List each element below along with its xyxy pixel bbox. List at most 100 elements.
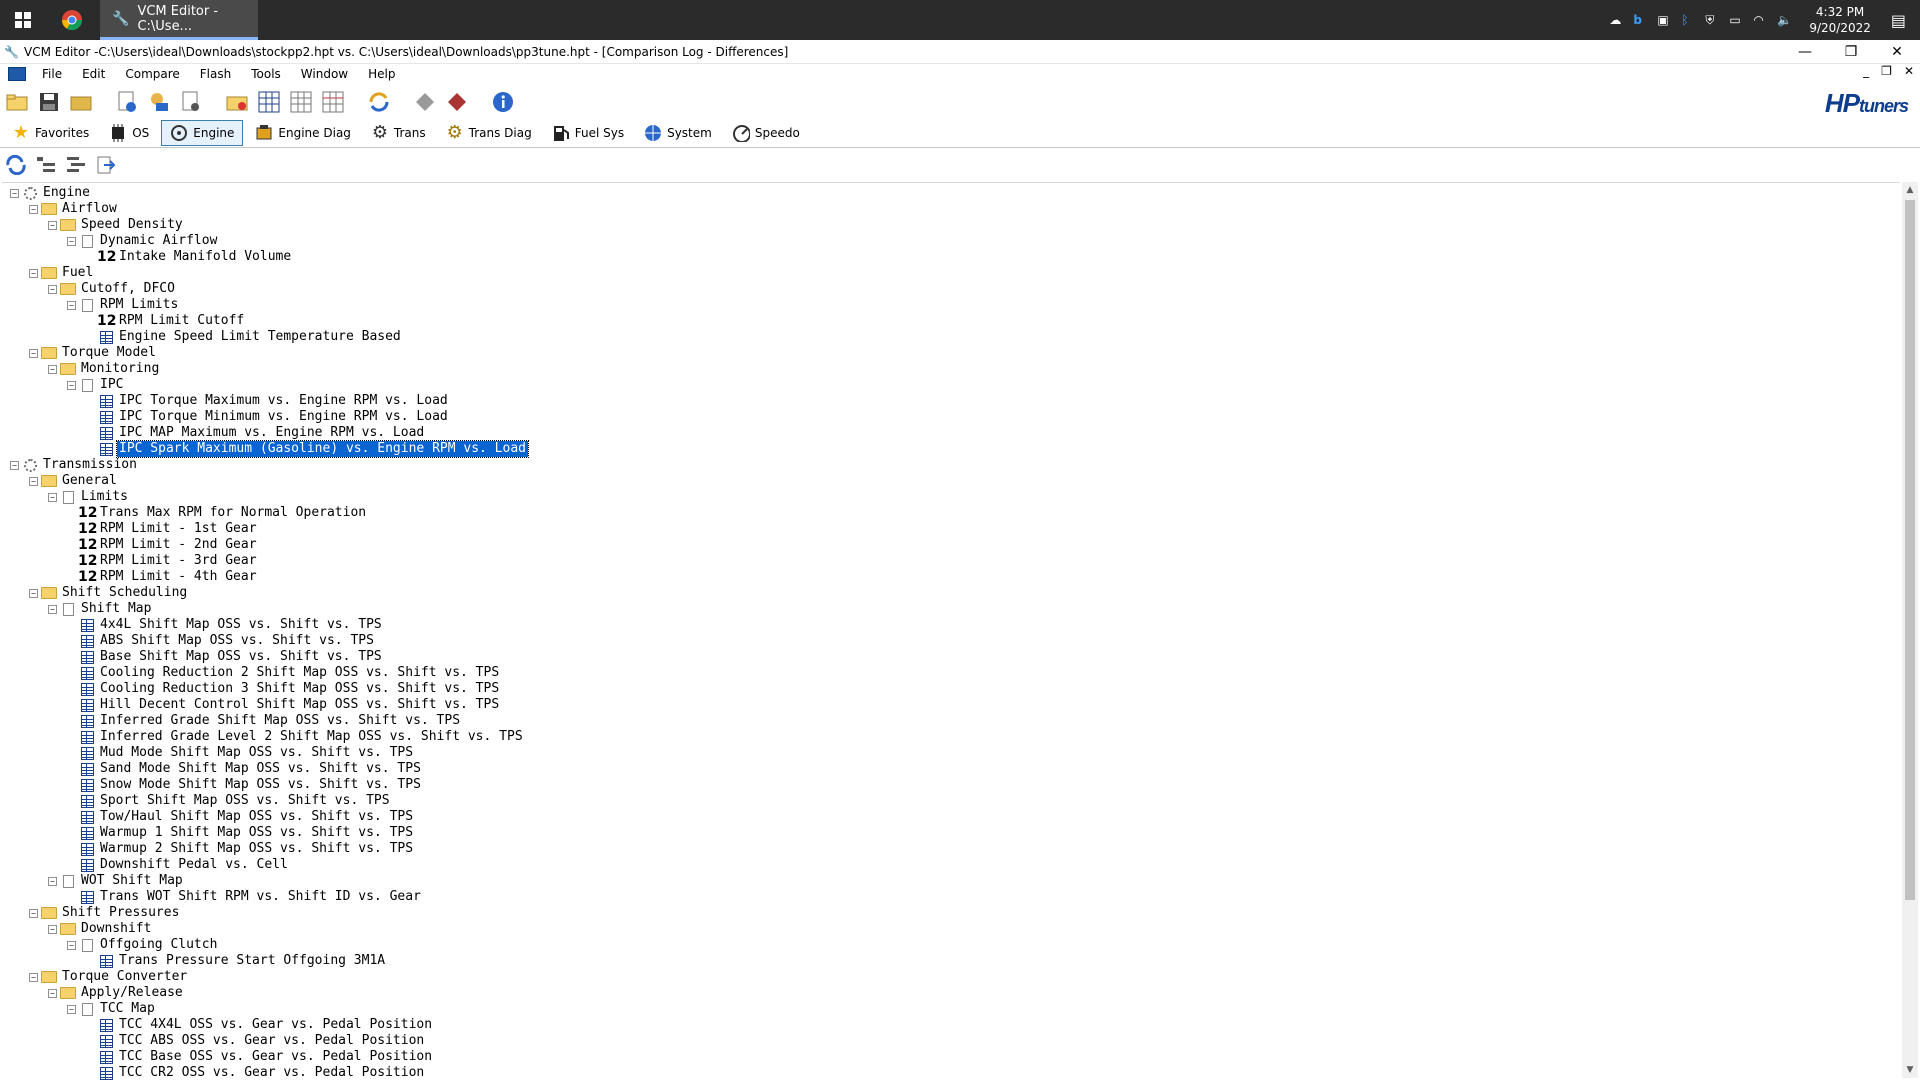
tab-system[interactable]: System: [636, 120, 720, 146]
sync-icon[interactable]: [366, 89, 392, 115]
document-icon[interactable]: [8, 67, 26, 81]
mdi-restore-button[interactable]: ❐: [1881, 64, 1892, 78]
save-icon[interactable]: [36, 89, 62, 115]
tree-node[interactable]: TCC ABS OSS vs. Gear vs. Pedal Position: [86, 1033, 426, 1049]
tree-node[interactable]: Inferred Grade Level 2 Shift Map OSS vs.…: [67, 729, 525, 745]
mdi-minimize-button[interactable]: _: [1863, 64, 1869, 78]
tree-node[interactable]: − Monitoring: [48, 361, 161, 377]
collapse-toggle-icon[interactable]: −: [29, 268, 38, 278]
tab-engine-diag[interactable]: Engine Diag: [247, 120, 359, 146]
table-difference-icon[interactable]: [320, 89, 346, 115]
open-folder-icon[interactable]: [4, 89, 30, 115]
tree-node[interactable]: − Offgoing Clutch: [67, 937, 219, 953]
menu-tools[interactable]: Tools: [241, 67, 291, 81]
file-info-icon[interactable]: [114, 89, 140, 115]
tree-node[interactable]: − Engine: [10, 185, 92, 201]
tree-node[interactable]: Warmup 1 Shift Map OSS vs. Shift vs. TPS: [67, 825, 415, 841]
tree-node[interactable]: − TCC Map: [67, 1001, 157, 1017]
battery-icon[interactable]: ▭: [1729, 13, 1743, 27]
tree-node[interactable]: − Transmission: [10, 457, 139, 473]
tree-node[interactable]: − Fuel: [29, 265, 95, 281]
menu-flash[interactable]: Flash: [190, 67, 241, 81]
tree-node[interactable]: Snow Mode Shift Map OSS vs. Shift vs. TP…: [67, 777, 423, 793]
volume-icon[interactable]: 🔈: [1777, 13, 1792, 27]
export-icon[interactable]: [94, 154, 118, 176]
info-icon[interactable]: [490, 89, 516, 115]
tab-engine[interactable]: Engine: [161, 119, 244, 146]
tree-node[interactable]: − Shift Pressures: [29, 905, 181, 921]
menu-edit[interactable]: Edit: [72, 67, 115, 81]
tree-node[interactable]: Cooling Reduction 2 Shift Map OSS vs. Sh…: [67, 665, 501, 681]
menu-window[interactable]: Window: [291, 67, 358, 81]
tree-node[interactable]: 12 Trans Max RPM for Normal Operation: [67, 505, 368, 521]
tree-node[interactable]: 12 RPM Limit - 4th Gear: [67, 569, 259, 585]
tree-node[interactable]: − Airflow: [29, 201, 119, 217]
tree-node[interactable]: 12 RPM Limit Cutoff: [86, 313, 246, 329]
tree-node[interactable]: Sport Shift Map OSS vs. Shift vs. TPS: [67, 793, 392, 809]
tab-trans-diag[interactable]: ⚙ Trans Diag: [438, 120, 540, 146]
tree-node[interactable]: IPC Spark Maximum (Gasoline) vs. Engine …: [86, 440, 529, 458]
tree-node[interactable]: − Dynamic Airflow: [67, 233, 219, 249]
collapse-toggle-icon[interactable]: −: [48, 988, 57, 998]
collapse-toggle-icon[interactable]: −: [29, 204, 38, 214]
collapse-toggle-icon[interactable]: −: [29, 908, 38, 918]
table-compare-icon[interactable]: [288, 89, 314, 115]
tree-node[interactable]: − Limits: [48, 489, 130, 505]
tab-speedo[interactable]: Speedo: [724, 120, 808, 146]
collapse-toggle-icon[interactable]: −: [48, 220, 57, 230]
collapse-toggle-icon[interactable]: −: [67, 236, 76, 246]
bing-icon[interactable]: b: [1633, 13, 1647, 27]
tree-node[interactable]: 12 RPM Limit - 1st Gear: [67, 521, 259, 537]
menu-file[interactable]: File: [32, 67, 72, 81]
mdi-close-button[interactable]: ✕: [1904, 64, 1914, 78]
tree-node[interactable]: − General: [29, 473, 119, 489]
cloud-icon[interactable]: ☁: [1609, 13, 1623, 27]
tree-node[interactable]: TCC Base OSS vs. Gear vs. Pedal Position: [86, 1049, 434, 1065]
comparison-tree[interactable]: − Engine − Airflow − Speed Density − Dynamic Ai…: [2, 182, 1900, 1080]
clock[interactable]: 4:32 PM 9/20/2022: [1809, 4, 1871, 36]
collapse-toggle-icon[interactable]: −: [29, 588, 38, 598]
collapse-toggle-icon[interactable]: −: [48, 604, 57, 614]
tree-node[interactable]: − Torque Model: [29, 345, 158, 361]
tree-node[interactable]: − RPM Limits: [67, 297, 180, 313]
menu-help[interactable]: Help: [358, 67, 405, 81]
bluetooth-icon[interactable]: ᛒ: [1681, 13, 1695, 27]
tree-node[interactable]: Mud Mode Shift Map OSS vs. Shift vs. TPS: [67, 745, 415, 761]
read-vehicle-icon[interactable]: [412, 89, 438, 115]
tree-node[interactable]: − Speed Density: [48, 217, 185, 233]
collapse-toggle-icon[interactable]: −: [10, 188, 19, 198]
scroll-down-arrow-icon[interactable]: ▼: [1902, 1062, 1918, 1078]
write-vehicle-icon[interactable]: [444, 89, 470, 115]
tree-node[interactable]: Tow/Haul Shift Map OSS vs. Shift vs. TPS: [67, 809, 415, 825]
open-file-icon[interactable]: [68, 89, 94, 115]
tree-node[interactable]: IPC MAP Maximum vs. Engine RPM vs. Load: [86, 425, 426, 441]
notification-icon[interactable]: ▤: [1891, 11, 1906, 30]
tree-node[interactable]: Inferred Grade Shift Map OSS vs. Shift v…: [67, 713, 462, 729]
scroll-up-arrow-icon[interactable]: ▲: [1902, 182, 1918, 198]
collapse-toggle-icon[interactable]: −: [67, 300, 76, 310]
collapse-toggle-icon[interactable]: −: [29, 972, 38, 982]
refresh-icon[interactable]: [4, 154, 28, 176]
tree-node[interactable]: Cooling Reduction 3 Shift Map OSS vs. Sh…: [67, 681, 501, 697]
tree-node[interactable]: − WOT Shift Map: [48, 873, 185, 889]
tree-node[interactable]: − Cutoff, DFCO: [48, 281, 177, 297]
tree-node[interactable]: ABS Shift Map OSS vs. Shift vs. TPS: [67, 633, 376, 649]
tree-node[interactable]: − Downshift: [48, 921, 153, 937]
collapse-toggle-icon[interactable]: −: [48, 284, 57, 294]
collapse-toggle-icon[interactable]: −: [29, 348, 38, 358]
shield-icon[interactable]: ⛨: [1705, 13, 1719, 27]
collapse-toggle-icon[interactable]: −: [48, 876, 57, 886]
close-button[interactable]: ✕: [1874, 40, 1920, 64]
table-icon[interactable]: [256, 89, 282, 115]
tree-node[interactable]: 12 Intake Manifold Volume: [86, 249, 293, 265]
collapse-toggle-icon[interactable]: −: [48, 364, 57, 374]
vertical-scrollbar[interactable]: ▲ ▼: [1902, 182, 1918, 1078]
tree-node[interactable]: Trans WOT Shift RPM vs. Shift ID vs. Gea…: [67, 889, 423, 905]
open-compare-icon[interactable]: [224, 89, 250, 115]
collapse-toggle-icon[interactable]: −: [67, 380, 76, 390]
tree-node[interactable]: Trans Pressure Start Offgoing 3M1A: [86, 953, 387, 969]
collapse-all-icon[interactable]: [64, 154, 88, 176]
tree-node[interactable]: − Torque Converter: [29, 969, 189, 985]
expand-all-icon[interactable]: [34, 154, 58, 176]
taskbar-vcm-editor-button[interactable]: 🔧 VCM Editor -C:\Use...: [100, 0, 258, 40]
